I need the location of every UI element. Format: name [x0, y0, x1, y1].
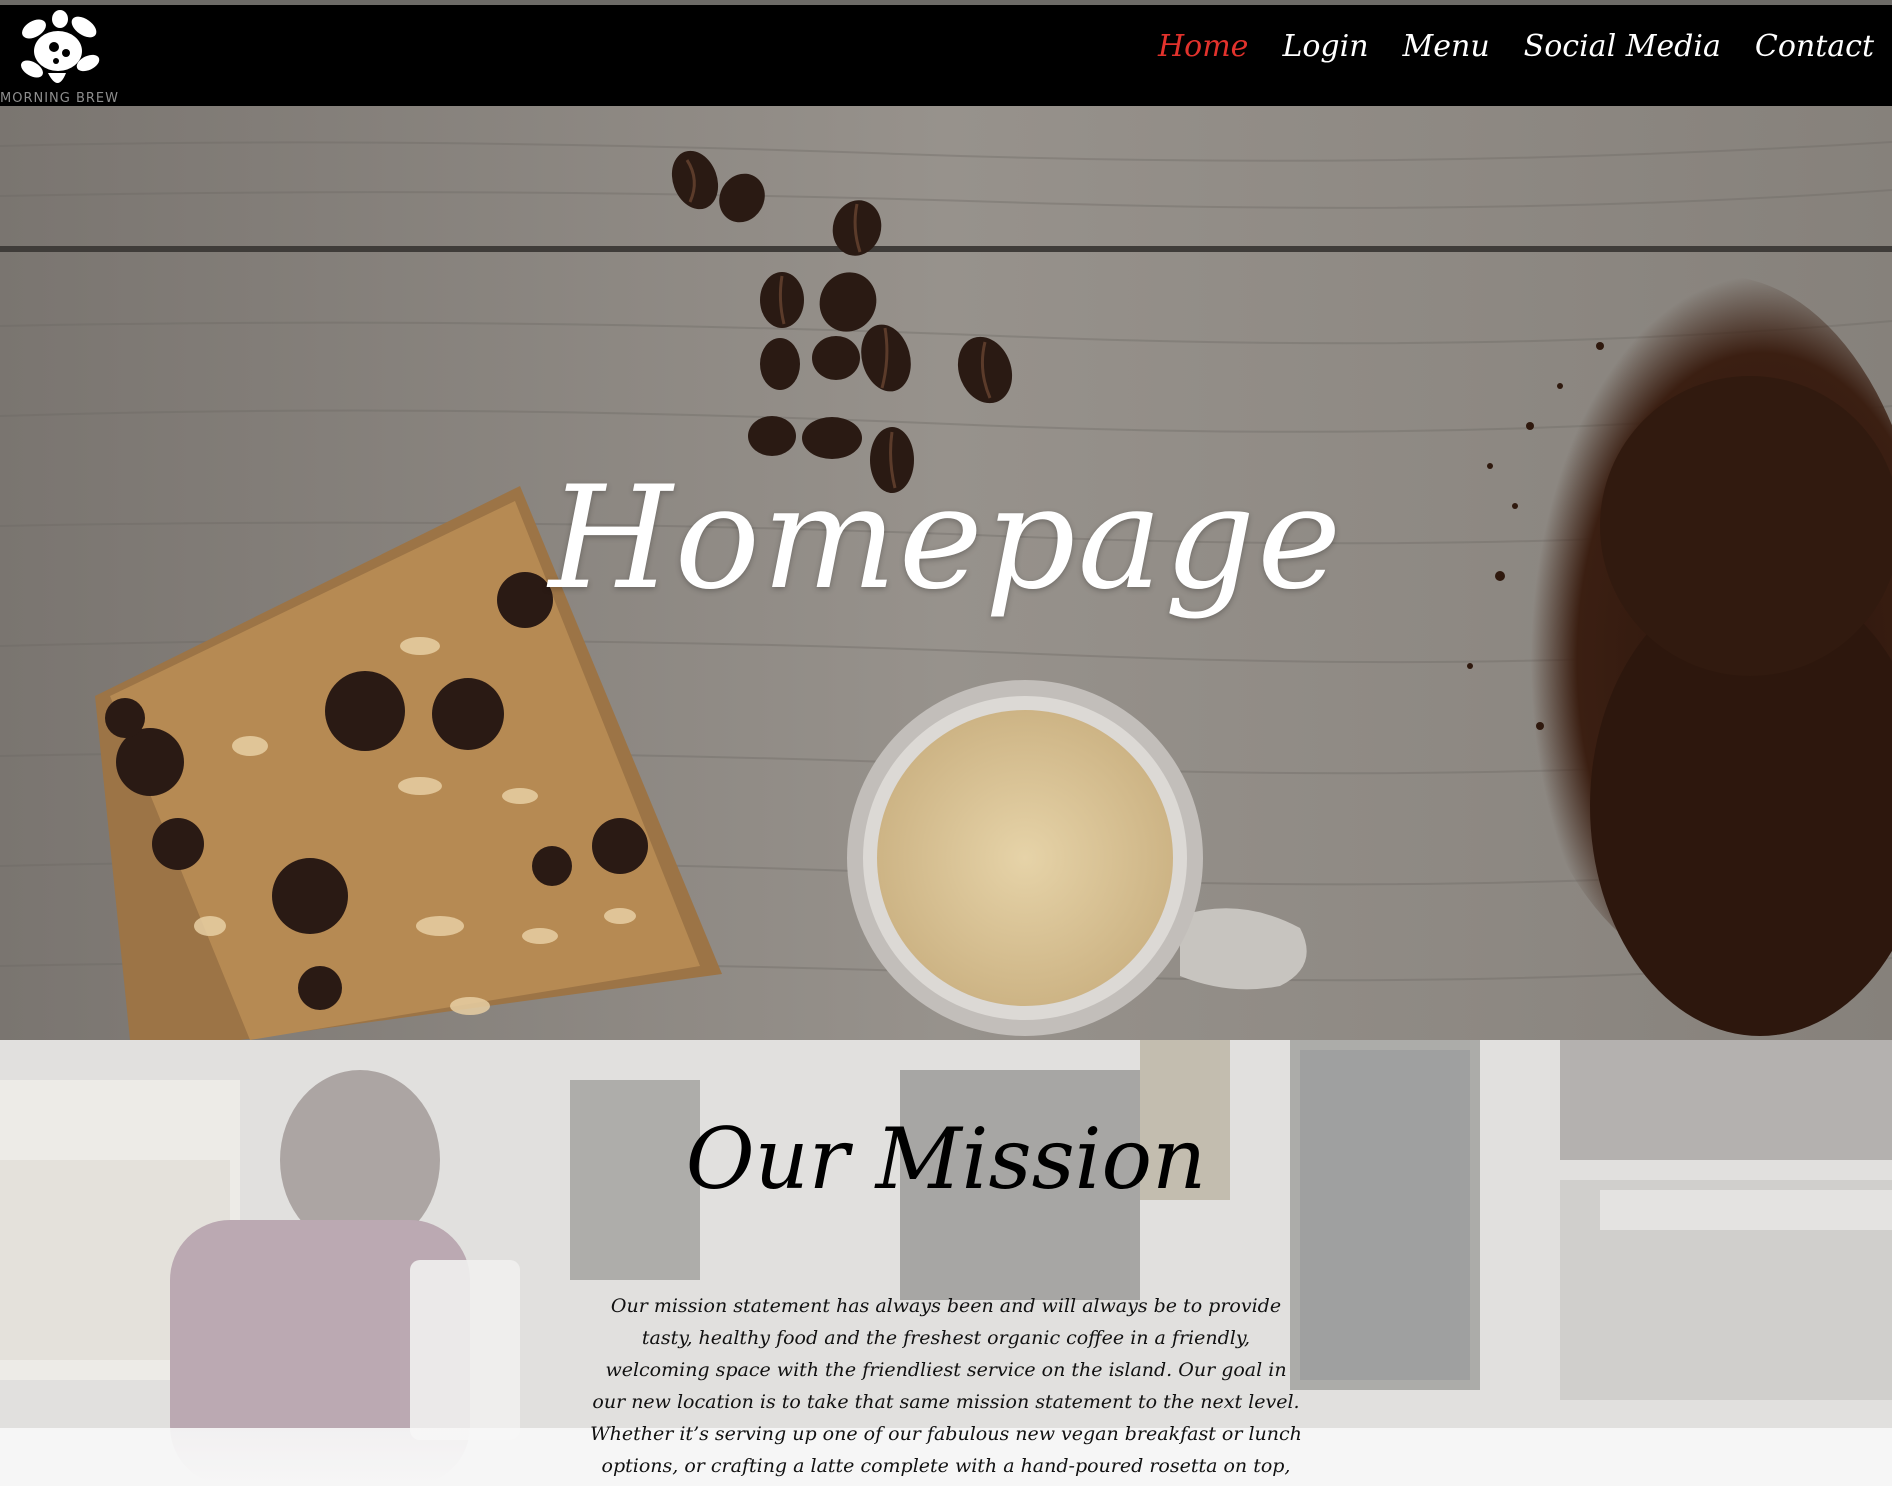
- turtle-logo-icon: [21, 10, 100, 83]
- nav-home-link[interactable]: Home: [1158, 27, 1248, 67]
- brand-name: MORNING BREW: [0, 91, 119, 106]
- hero-section: Homepage: [0, 106, 1892, 1040]
- nav-social-media-link[interactable]: Social Media: [1524, 27, 1721, 67]
- main-nav: Home Login Menu Social Media Contact: [1158, 27, 1874, 67]
- nav-contact-link[interactable]: Contact: [1755, 27, 1874, 67]
- mission-section: Our Mission Our mission statement has al…: [0, 1040, 1892, 1486]
- nav-login-link[interactable]: Login: [1282, 27, 1368, 67]
- mission-statement: Our mission statement has always been an…: [590, 1295, 1302, 1477]
- nav-menu-link[interactable]: Menu: [1403, 27, 1490, 67]
- hero-title: Homepage: [548, 456, 1344, 621]
- top-navigation-bar: MORNING BREW Home Login Menu Social Medi…: [0, 0, 1892, 106]
- brand-logo[interactable]: MORNING BREW: [0, 5, 125, 111]
- mission-title: Our Mission: [685, 1110, 1207, 1208]
